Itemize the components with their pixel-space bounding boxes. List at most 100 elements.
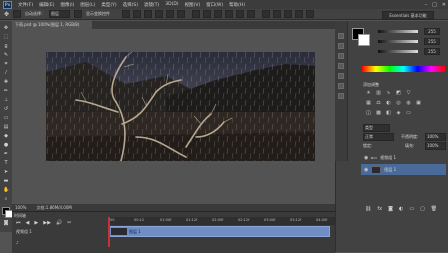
menu-help[interactable]: 帮助(H) — [229, 2, 245, 8]
gradient-map-icon[interactable]: ▭ — [405, 110, 412, 116]
crop-tool-icon[interactable]: ⌗ — [3, 61, 9, 67]
fill-field[interactable]: 100% — [425, 142, 446, 150]
menu-filter[interactable]: 滤镜(T) — [144, 2, 159, 8]
zoom-level[interactable]: 100% — [15, 205, 26, 210]
selective-color-icon[interactable]: ◈ — [395, 110, 402, 116]
color-lookup-icon[interactable]: ▣ — [415, 100, 422, 106]
delete-layer-icon[interactable]: 🗑 — [431, 206, 437, 212]
type-tool-icon[interactable]: T — [3, 160, 9, 166]
auto-select-dropdown[interactable]: 图层 — [49, 10, 71, 18]
posterize-icon[interactable]: ▩ — [375, 110, 382, 116]
3d-slide-icon[interactable] — [306, 10, 315, 18]
new-group-icon[interactable]: ▭ — [409, 206, 414, 212]
dodge-tool-icon[interactable]: ● — [3, 142, 9, 148]
photo-filter-icon[interactable]: ◎ — [395, 100, 402, 106]
invert-icon[interactable]: ◫ — [365, 110, 372, 116]
timeline-ruler[interactable]: 00 00:12 01:00f 01:12f 02:00f 02:12f 03:… — [108, 217, 335, 225]
distribute-middle-icon[interactable] — [203, 10, 212, 18]
blur-tool-icon[interactable]: ◆ — [3, 133, 9, 139]
add-mask-icon[interactable]: ◙ — [388, 206, 393, 212]
quick-mask-icon[interactable]: ◙ — [3, 220, 9, 226]
green-value[interactable]: 255 — [424, 38, 440, 45]
align-right-icon[interactable] — [177, 10, 186, 18]
exposure-icon[interactable]: ◩ — [395, 90, 402, 96]
document-tab[interactable]: 下雨.psd @ 100%(图层 1, RGB/8) — [12, 21, 92, 29]
history-brush-tool-icon[interactable]: ↺ — [3, 106, 9, 112]
menu-edit[interactable]: 编辑(E) — [39, 2, 54, 8]
distribute-center-icon[interactable] — [236, 10, 245, 18]
layer-style-icon[interactable]: fx — [377, 206, 382, 212]
move-tool-icon[interactable]: ✥ — [4, 11, 9, 18]
threshold-icon[interactable]: ◧ — [385, 110, 392, 116]
next-frame-icon[interactable]: ▶▶ — [43, 220, 51, 226]
auto-select-checkbox[interactable] — [13, 10, 22, 18]
menu-layer[interactable]: 图层(L) — [80, 2, 95, 8]
quick-select-tool-icon[interactable]: ✎ — [3, 52, 9, 58]
eraser-tool-icon[interactable]: ▭ — [3, 115, 9, 121]
marquee-tool-icon[interactable]: ⬚ — [3, 34, 9, 40]
previous-frame-icon[interactable]: ◀ — [26, 220, 30, 226]
3d-pan-icon[interactable] — [295, 10, 304, 18]
audio-track-icon[interactable]: ♪ — [16, 240, 19, 245]
document-canvas[interactable] — [46, 52, 315, 161]
green-slider[interactable] — [378, 40, 418, 43]
menu-image[interactable]: 图像(I) — [60, 2, 74, 8]
workspace-selector[interactable]: Essentials 基本功能 — [382, 11, 434, 20]
red-slider[interactable] — [378, 30, 418, 33]
brush-panel-icon[interactable] — [338, 73, 344, 79]
menu-file[interactable]: 文件(F) — [18, 2, 33, 8]
distribute-left-icon[interactable] — [225, 10, 234, 18]
hand-tool-icon[interactable]: ✋ — [3, 187, 9, 193]
clone-source-panel-icon[interactable] — [338, 83, 344, 89]
align-middle-icon[interactable] — [133, 10, 142, 18]
levels-icon[interactable]: ▥ — [375, 90, 382, 96]
character-panel-icon[interactable] — [338, 53, 344, 59]
black-white-icon[interactable]: ◐ — [385, 100, 392, 106]
healing-brush-tool-icon[interactable]: ✚ — [3, 79, 9, 85]
properties-panel-icon[interactable] — [338, 43, 344, 49]
split-icon[interactable]: ✂ — [67, 220, 71, 226]
color-balance-icon[interactable]: ⚖ — [375, 100, 382, 106]
paragraph-panel-icon[interactable] — [338, 63, 344, 69]
path-select-tool-icon[interactable]: ➤ — [3, 169, 9, 175]
red-value[interactable]: 255 — [424, 28, 440, 35]
shape-tool-icon[interactable]: ▬ — [3, 178, 9, 184]
move-tool-icon[interactable]: ✥ — [3, 25, 9, 31]
distribute-bottom-icon[interactable] — [214, 10, 223, 18]
pen-tool-icon[interactable]: ✒ — [3, 151, 9, 157]
zoom-tool-icon[interactable]: ⌕ — [3, 196, 9, 202]
align-left-icon[interactable] — [155, 10, 164, 18]
link-layers-icon[interactable]: ⛓ — [365, 206, 371, 212]
history-panel-icon[interactable] — [338, 33, 344, 39]
layer-row-video-group[interactable]: ◉ ▸▭ 视频组 1 — [361, 152, 446, 163]
align-center-icon[interactable] — [166, 10, 175, 18]
vibrance-icon[interactable]: ▽ — [405, 90, 412, 96]
blend-mode-dropdown[interactable]: 正常 — [363, 133, 394, 141]
3d-mode-icon[interactable] — [262, 10, 271, 18]
distribute-right-icon[interactable] — [247, 10, 256, 18]
color-spectrum-bar[interactable] — [362, 66, 445, 72]
brush-tool-icon[interactable]: ✏ — [3, 88, 9, 94]
blue-slider[interactable] — [378, 50, 418, 53]
menu-view[interactable]: 视图(V) — [185, 2, 201, 8]
opacity-field[interactable]: 100% — [425, 133, 446, 141]
curves-icon[interactable]: ∿ — [385, 90, 392, 96]
visibility-eye-icon[interactable]: ◉ — [364, 167, 368, 173]
clone-stamp-tool-icon[interactable]: ⊥ — [3, 97, 9, 103]
audio-icon[interactable]: 🔊 — [56, 220, 62, 226]
menu-3d[interactable]: 3D(D) — [165, 2, 178, 7]
lasso-tool-icon[interactable]: ϱ — [3, 43, 9, 49]
minimize-button[interactable]: – — [425, 2, 428, 8]
layer-row-layer-1[interactable]: ◉ 图层 1 — [361, 164, 446, 175]
color-background-swatch[interactable] — [358, 34, 370, 46]
visibility-eye-icon[interactable]: ◉ — [364, 155, 368, 161]
channel-mixer-icon[interactable]: ◍ — [405, 100, 412, 106]
distribute-top-icon[interactable] — [192, 10, 201, 18]
video-group-label[interactable]: 视频组 1 — [16, 229, 32, 235]
new-adjustment-icon[interactable]: ◐ — [399, 206, 403, 212]
hue-saturation-icon[interactable]: ▦ — [365, 100, 372, 106]
info-panel-icon[interactable] — [338, 93, 344, 99]
align-bottom-icon[interactable] — [144, 10, 153, 18]
3d-roll-icon[interactable] — [284, 10, 293, 18]
eyedropper-tool-icon[interactable]: ⁄ — [3, 70, 9, 76]
